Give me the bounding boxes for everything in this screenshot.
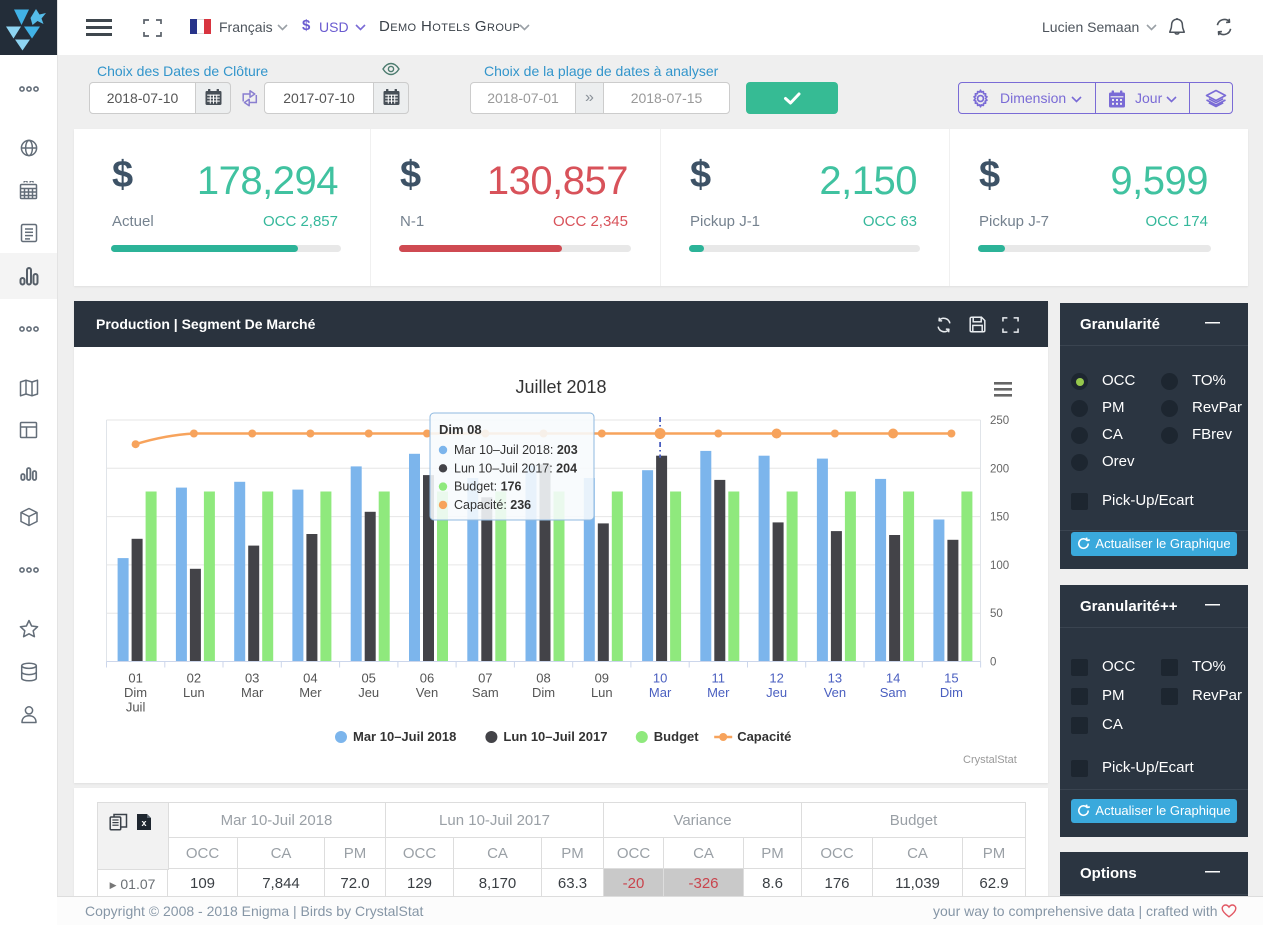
svg-text:Ven: Ven (824, 685, 846, 700)
svg-text:11: 11 (712, 671, 726, 686)
svg-text:Capacité: 236: Capacité: 236 (454, 498, 531, 512)
svg-text:09: 09 (595, 671, 609, 686)
svg-text:Dim: Dim (940, 685, 963, 700)
svg-text:Mar 10–Juil 2018: Mar 10–Juil 2018 (353, 729, 456, 744)
svg-text:Budget: Budget (654, 729, 699, 744)
svg-text:13: 13 (828, 671, 842, 686)
svg-text:Lun: Lun (183, 685, 205, 700)
svg-text:Dim: Dim (532, 685, 555, 700)
svg-text:150: 150 (990, 512, 1009, 524)
svg-text:Ven: Ven (416, 685, 438, 700)
svg-text:x: x (141, 818, 146, 828)
svg-text:Budget: 176: Budget: 176 (454, 480, 521, 494)
svg-text:12: 12 (769, 671, 783, 686)
svg-text:0: 0 (990, 657, 996, 669)
svg-text:Jeu: Jeu (766, 685, 787, 700)
svg-text:04: 04 (303, 671, 317, 686)
svg-text:100: 100 (990, 560, 1009, 572)
svg-text:Juil: Juil (126, 700, 146, 715)
svg-text:Juillet 2018: Juillet 2018 (515, 377, 606, 397)
svg-text:03: 03 (245, 671, 259, 686)
svg-text:Mer: Mer (707, 685, 730, 700)
svg-text:02: 02 (187, 671, 201, 686)
svg-text:Capacité: Capacité (737, 729, 791, 744)
svg-text:Lun 10–Juil 2017: Lun 10–Juil 2017 (503, 729, 607, 744)
svg-text:07: 07 (478, 671, 492, 686)
svg-text:06: 06 (420, 671, 434, 686)
svg-text:Sam: Sam (472, 685, 499, 700)
svg-text:Lun: Lun (591, 685, 613, 700)
svg-text:10: 10 (653, 671, 667, 686)
svg-text:Mar 10–Juil 2018: 203: Mar 10–Juil 2018: 203 (454, 443, 578, 457)
svg-text:01: 01 (128, 671, 142, 686)
svg-text:14: 14 (886, 671, 900, 686)
svg-text:250: 250 (990, 415, 1009, 427)
svg-text:Mer: Mer (299, 685, 322, 700)
svg-text:Dim: Dim (124, 685, 147, 700)
svg-text:Jeu: Jeu (358, 685, 379, 700)
svg-text:15: 15 (944, 671, 958, 686)
svg-text:Mar: Mar (241, 685, 264, 700)
svg-text:Dim 08: Dim 08 (439, 422, 482, 437)
svg-text:Mar: Mar (649, 685, 672, 700)
svg-text:200: 200 (990, 463, 1009, 475)
svg-text:Lun 10–Juil 2017: 204: Lun 10–Juil 2017: 204 (454, 461, 577, 475)
svg-text:50: 50 (990, 608, 1003, 620)
svg-text:Sam: Sam (880, 685, 907, 700)
svg-text:08: 08 (536, 671, 550, 686)
svg-text:05: 05 (361, 671, 375, 686)
